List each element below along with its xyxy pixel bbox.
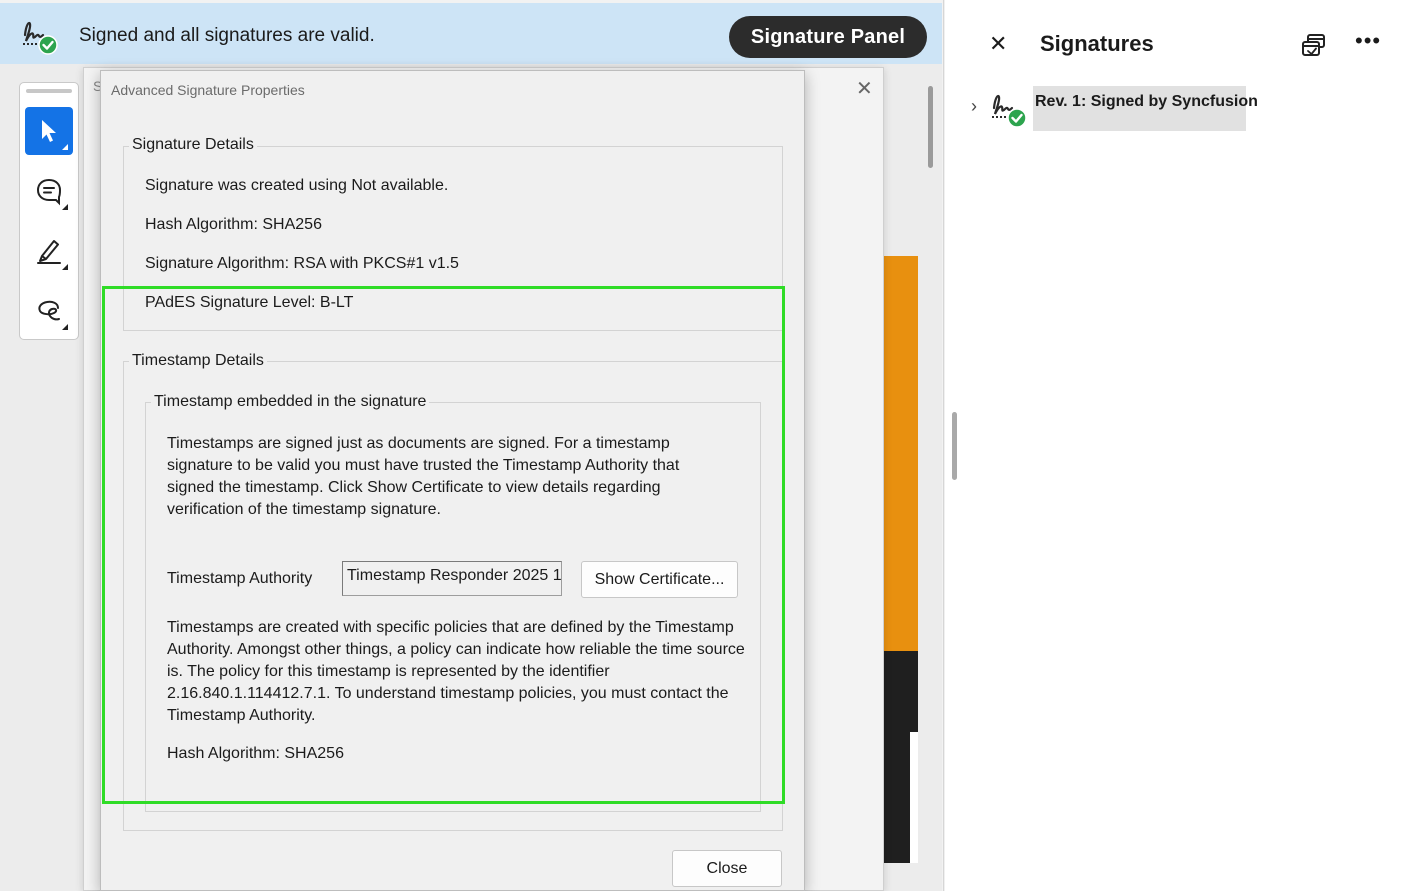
close-icon[interactable]: ✕ bbox=[989, 31, 1007, 57]
signatures-panel: ✕ Signatures ••• › Rev. 1: Signed by Syn… bbox=[945, 0, 1416, 891]
comment-icon bbox=[36, 178, 62, 206]
pades-level-text: PAdES Signature Level: B-LT bbox=[145, 294, 354, 311]
dialog-title: Advanced Signature Properties bbox=[111, 82, 305, 98]
new-window-icon[interactable] bbox=[1299, 30, 1329, 60]
submenu-indicator bbox=[62, 264, 68, 270]
toolbar-drag-handle[interactable] bbox=[26, 89, 72, 93]
panel-resize-handle[interactable] bbox=[952, 412, 957, 480]
signature-algorithm-text: Signature Algorithm: RSA with PKCS#1 v1.… bbox=[145, 255, 459, 272]
timestamp-policy-text: Timestamps are created with specific pol… bbox=[167, 619, 745, 724]
submenu-indicator bbox=[62, 204, 68, 210]
hash-algorithm-text: Hash Algorithm: SHA256 bbox=[145, 216, 322, 233]
close-icon[interactable]: ✕ bbox=[856, 76, 873, 101]
document-scrollbar[interactable] bbox=[928, 86, 933, 168]
submenu-indicator bbox=[62, 144, 68, 150]
comment-tool-button[interactable] bbox=[25, 167, 73, 215]
more-icon[interactable]: ••• bbox=[1355, 28, 1381, 54]
select-tool-button[interactable] bbox=[25, 107, 73, 155]
created-using-text: Signature was created using Not availabl… bbox=[145, 177, 449, 194]
panel-title: Signatures bbox=[1040, 31, 1154, 56]
signature-status-banner: Signed and all signatures are valid. Sig… bbox=[0, 3, 942, 64]
advanced-signature-properties-dialog: Advanced Signature Properties Signature … bbox=[100, 70, 805, 891]
timestamp-authority-field[interactable]: Timestamp Responder 2025 1 bbox=[342, 561, 562, 596]
submenu-indicator bbox=[62, 324, 68, 330]
signature-status-text: Signed and all signatures are valid. bbox=[79, 25, 375, 46]
show-certificate-button[interactable]: Show Certificate... bbox=[581, 561, 738, 598]
signature-tree-item[interactable]: › Rev. 1: Signed by Syncfusion bbox=[967, 86, 1258, 132]
signature-item-label: Rev. 1: Signed by Syncfusion bbox=[1035, 93, 1258, 110]
chevron-right-icon[interactable]: › bbox=[971, 96, 977, 117]
tool-bar bbox=[19, 82, 79, 340]
signature-valid-icon bbox=[992, 94, 1027, 128]
cursor-arrow-icon bbox=[42, 120, 56, 142]
timestamp-details-label: Timestamp Details bbox=[129, 352, 267, 370]
document-area: Signed and all signatures are valid. Sig… bbox=[0, 0, 944, 891]
page-image-orange bbox=[884, 256, 918, 651]
lasso-icon bbox=[38, 300, 60, 321]
close-button[interactable]: Close bbox=[672, 850, 782, 887]
signature-panel-button[interactable]: Signature Panel bbox=[729, 16, 927, 58]
timestamp-hash-algorithm-text: Hash Algorithm: SHA256 bbox=[167, 745, 344, 762]
timestamp-authority-label: Timestamp Authority bbox=[167, 570, 313, 587]
signature-details-label: Signature Details bbox=[129, 136, 257, 154]
signature-item-label-box[interactable]: Rev. 1: Signed by Syncfusion bbox=[1033, 86, 1258, 131]
draw-tool-button[interactable] bbox=[25, 287, 73, 335]
signature-valid-icon bbox=[23, 21, 58, 55]
timestamp-info-text: Timestamps are signed just as documents … bbox=[167, 435, 680, 518]
pen-icon bbox=[37, 240, 61, 264]
page-image-white bbox=[910, 732, 918, 863]
timestamp-embedded-label: Timestamp embedded in the signature bbox=[151, 393, 430, 411]
highlight-tool-button[interactable] bbox=[25, 227, 73, 275]
